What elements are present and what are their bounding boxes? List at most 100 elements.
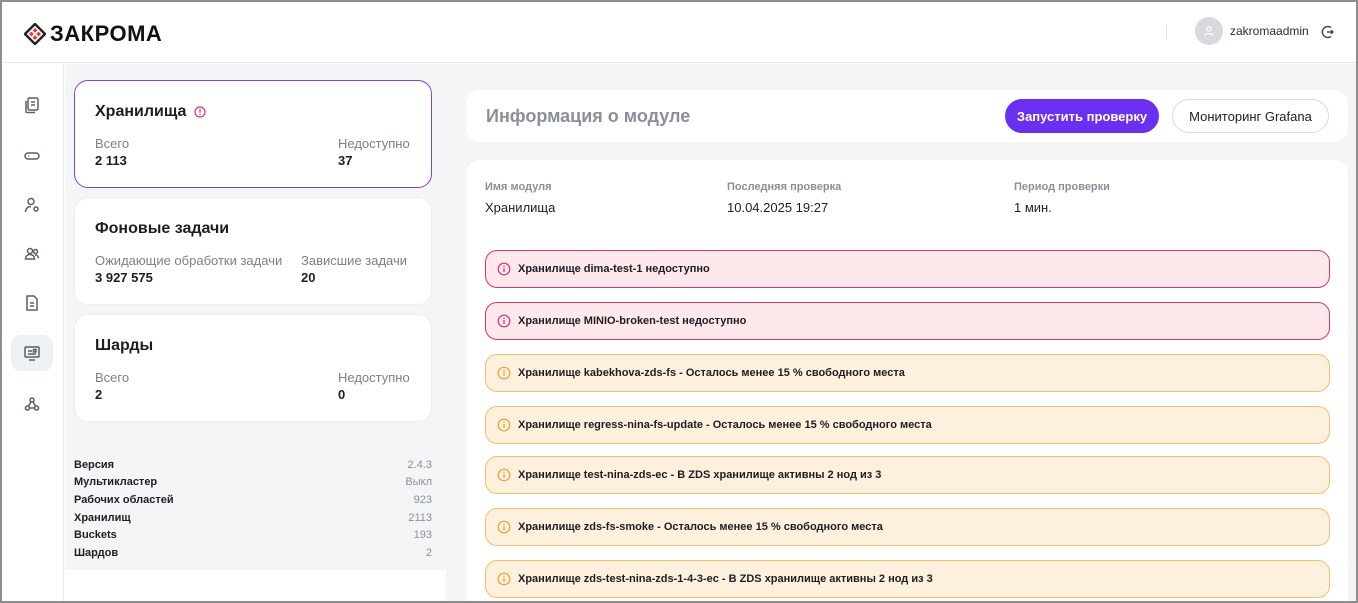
card-title: Фоновые задачи (95, 220, 229, 238)
stat-row: Шардов 2 (74, 544, 432, 562)
stat-row: Buckets 193 (74, 526, 432, 544)
sidebar-item-monitoring[interactable] (11, 335, 53, 371)
module-info-panel: Информация о модуле Запустить проверку М… (446, 64, 1356, 601)
run-check-button[interactable]: Запустить проверку (1005, 99, 1159, 133)
documents-icon (25, 97, 39, 114)
header-divider (1166, 24, 1167, 40)
stat-key: Версия (74, 458, 115, 471)
module-name-value: Хранилища (485, 200, 556, 215)
alert-item[interactable]: Хранилище kabekhova-zds-fs - Осталось ме… (485, 354, 1330, 392)
sidebar (2, 63, 64, 601)
warning-info-icon (497, 418, 511, 432)
warning-info-icon (497, 520, 511, 534)
shards-title: Шарды (95, 337, 154, 354)
stat-value: 2.4.3 (407, 458, 432, 471)
stat-row: Мультикластер Выкл (74, 474, 432, 492)
sidebar-item-document[interactable] (11, 285, 53, 321)
avatar[interactable] (1195, 17, 1223, 45)
stat-value: 2 (425, 546, 432, 559)
check-period-label: Период проверки (1014, 181, 1110, 193)
stuck-tasks-label: Зависшие задачи (301, 253, 408, 268)
system-stats: Версия 2.4.3 Мультикластер Выкл Рабочих … (74, 456, 432, 562)
stat-value: 923 (413, 493, 432, 506)
background-tasks-title: Фоновые задачи (95, 220, 230, 237)
storages-unavailable-value: 37 (338, 153, 353, 168)
alert-item[interactable]: Хранилище dima-test-1 недоступно (485, 250, 1330, 288)
shards-total-label: Всего (95, 370, 130, 385)
pending-tasks-value: 3 927 575 (95, 270, 153, 285)
stuck-tasks-value: 20 (301, 270, 316, 285)
sidebar-item-storage[interactable] (11, 138, 53, 174)
username[interactable]: zakromaadmin (1230, 24, 1309, 38)
module-header: Информация о модуле Запустить проверку М… (466, 90, 1348, 142)
page-title: Информация о модуле (486, 106, 691, 126)
shards-unavailable-value: 0 (338, 387, 346, 402)
last-check-label: Последняя проверка (727, 181, 842, 193)
error-info-icon (497, 314, 511, 328)
logout-icon[interactable] (1320, 24, 1336, 40)
sidebar-item-network[interactable] (11, 386, 53, 422)
stat-value: 193 (413, 529, 432, 542)
alert-item[interactable]: Хранилище MINIO-broken-test недоступно (485, 302, 1330, 340)
card-title: Шарды (95, 337, 153, 355)
alert-text: Хранилище kabekhova-zds-fs - Осталось ме… (518, 367, 905, 379)
card-title: Хранилища (95, 103, 207, 121)
stat-row: Хранилищ 2113 (74, 509, 432, 527)
stat-key: Buckets (74, 529, 117, 542)
summary-panel: Хранилища Всего 2 113 Недоступно 37 Фоно… (65, 64, 446, 570)
app-window: ЗАКРОМА zakromaadmin Хранилища Всего 2 1… (0, 0, 1358, 603)
stat-value: 2113 (408, 511, 432, 524)
document-icon (26, 295, 38, 311)
stat-key: Шардов (74, 546, 119, 559)
background-tasks-card[interactable]: Фоновые задачи Ожидающие обработки задач… (74, 197, 432, 305)
sidebar-item-user-settings[interactable] (11, 187, 53, 223)
alert-item[interactable]: Хранилище regress-nina-fs-update - Остал… (485, 406, 1330, 444)
storage-drive-icon (24, 152, 40, 160)
sidebar-item-users[interactable] (11, 236, 53, 272)
alert-text: Хранилище test-nina-zds-ec - В ZDS храни… (518, 469, 882, 481)
stat-key: Мультикластер (74, 476, 158, 489)
storages-card[interactable]: Хранилища Всего 2 113 Недоступно 37 (74, 80, 432, 188)
logo-icon (24, 23, 46, 45)
alert-item[interactable]: Хранилище test-nina-zds-ec - В ZDS храни… (485, 456, 1330, 494)
users-icon (24, 247, 40, 260)
warning-info-icon (497, 468, 511, 482)
stat-key: Рабочих областей (74, 493, 174, 506)
pending-tasks-label: Ожидающие обработки задачи (95, 253, 283, 268)
shards-total-value: 2 (95, 387, 103, 402)
check-period-value: 1 мин. (1014, 200, 1052, 215)
stat-row: Рабочих областей 923 (74, 491, 432, 509)
stat-row: Версия 2.4.3 (74, 456, 432, 474)
logo-text: ЗАКРОМА (50, 21, 163, 46)
shards-card[interactable]: Шарды Всего 2 Недоступно 0 (74, 314, 432, 422)
shards-unavailable-label: Недоступно (338, 370, 410, 385)
stat-key: Хранилищ (74, 511, 131, 524)
warning-info-icon (497, 572, 511, 586)
top-header: ЗАКРОМА zakromaadmin (2, 2, 1356, 63)
alert-text: Хранилище zds-fs-smoke - Осталось менее … (518, 521, 883, 533)
module-details: Имя модуля Хранилища Последняя проверка … (466, 160, 1348, 601)
sidebar-item-documents[interactable] (11, 87, 53, 123)
stat-value: Выкл (405, 476, 432, 489)
alert-text: Хранилище MINIO-broken-test недоступно (518, 315, 747, 327)
alert-text: Хранилище dima-test-1 недоступно (518, 263, 710, 275)
logo[interactable]: ЗАКРОМА (24, 21, 162, 47)
alert-text: Хранилище regress-nina-fs-update - Остал… (518, 419, 932, 431)
monitor-icon (24, 346, 40, 361)
alert-item[interactable]: Хранилище zds-fs-smoke - Осталось менее … (485, 508, 1330, 546)
warning-info-icon (497, 366, 511, 380)
error-info-icon (497, 262, 511, 276)
user-icon (1204, 26, 1214, 37)
module-name-label: Имя модуля (485, 181, 552, 193)
storages-total-label: Всего (95, 136, 130, 151)
alert-item[interactable]: Хранилище zds-test-nina-zds-1-4-3-ec - В… (485, 560, 1330, 598)
user-settings-icon (24, 197, 39, 213)
grafana-monitoring-button[interactable]: Мониторинг Grafana (1172, 99, 1329, 133)
storages-unavailable-label: Недоступно (338, 136, 410, 151)
network-icon (24, 397, 40, 411)
alert-text: Хранилище zds-test-nina-zds-1-4-3-ec - В… (518, 573, 933, 585)
alert-info-icon (194, 106, 207, 118)
storages-total-value: 2 113 (95, 153, 127, 168)
last-check-value: 10.04.2025 19:27 (727, 200, 829, 215)
storages-title: Хранилища (95, 103, 187, 120)
